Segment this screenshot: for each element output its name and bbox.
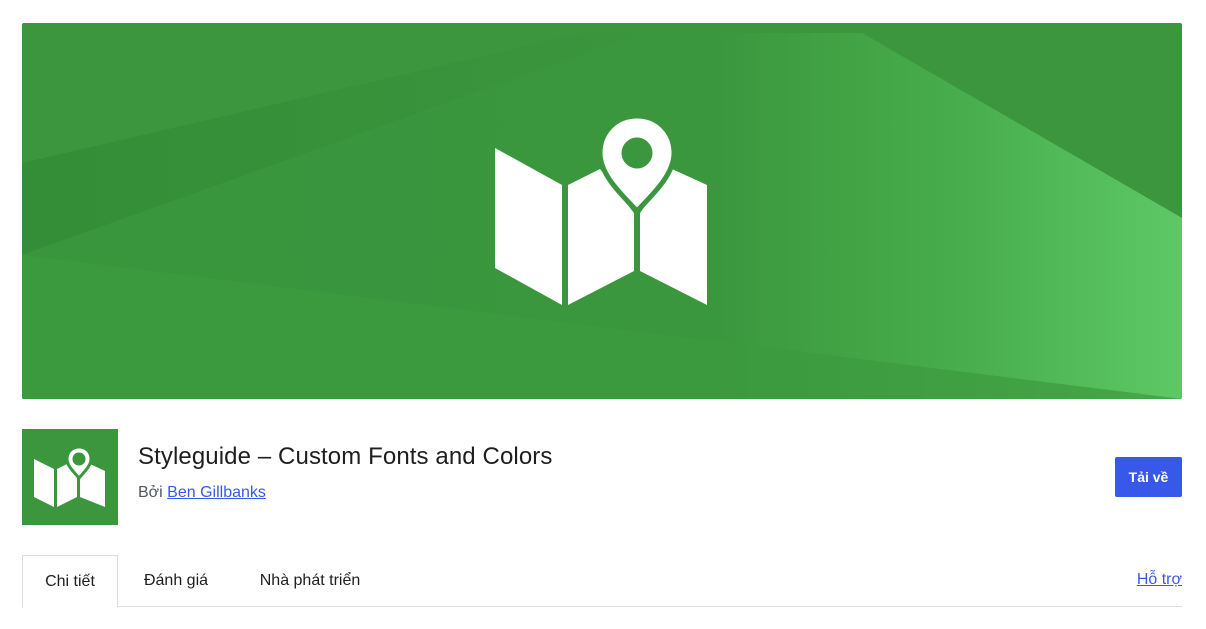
author-link[interactable]: Ben Gillbanks — [167, 484, 266, 501]
tab-reviews[interactable]: Đánh giá — [132, 555, 220, 607]
tab-developers[interactable]: Nhà phát triển — [244, 555, 376, 607]
download-button[interactable]: Tải về — [1115, 457, 1182, 497]
banner-graphic — [22, 23, 1182, 399]
plugin-byline: Bởi Ben Gillbanks — [138, 484, 266, 502]
map-pin-icon — [34, 445, 105, 507]
plugin-banner — [22, 23, 1182, 399]
plugin-title: Styleguide – Custom Fonts and Colors — [138, 443, 553, 470]
support-link[interactable]: Hỗ trợ — [1137, 571, 1182, 589]
tab-details[interactable]: Chi tiết — [22, 555, 118, 608]
byline-prefix: Bởi — [138, 484, 163, 501]
plugin-tabs: Chi tiết Đánh giá Nhà phát triển Hỗ trợ — [22, 555, 1182, 608]
plugin-header: Styleguide – Custom Fonts and Colors Bởi… — [22, 429, 1182, 525]
plugin-icon — [22, 429, 118, 525]
